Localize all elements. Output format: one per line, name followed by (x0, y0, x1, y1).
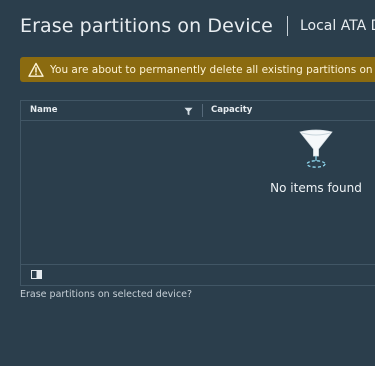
column-toggle-icon[interactable] (31, 270, 42, 279)
title-divider (286, 16, 288, 36)
column-header-name[interactable]: Name (30, 105, 57, 115)
device-name: Local ATA Disk (na (299, 18, 375, 34)
erase-partitions-dialog: Erase partitions on Device Local ATA Dis… (0, 0, 375, 366)
dialog-header: Erase partitions on Device Local ATA Dis… (20, 13, 375, 39)
partitions-grid: Name Capacity No items found (20, 100, 375, 286)
filter-icon[interactable] (184, 107, 193, 116)
empty-message: No items found (270, 181, 362, 195)
warning-message: You are about to permanently delete all … (50, 63, 375, 76)
empty-state: No items found (251, 129, 375, 195)
empty-funnel-icon (299, 129, 333, 168)
warning-triangle-icon (28, 62, 44, 77)
grid-footer (21, 264, 375, 285)
column-divider[interactable] (202, 104, 203, 117)
confirmation-question: Erase partitions on selected device? (20, 289, 193, 300)
dialog-title: Erase partitions on Device (20, 15, 273, 37)
warning-banner: You are about to permanently delete all … (20, 57, 375, 82)
grid-header: Name Capacity (21, 101, 375, 121)
column-header-capacity[interactable]: Capacity (211, 105, 252, 115)
